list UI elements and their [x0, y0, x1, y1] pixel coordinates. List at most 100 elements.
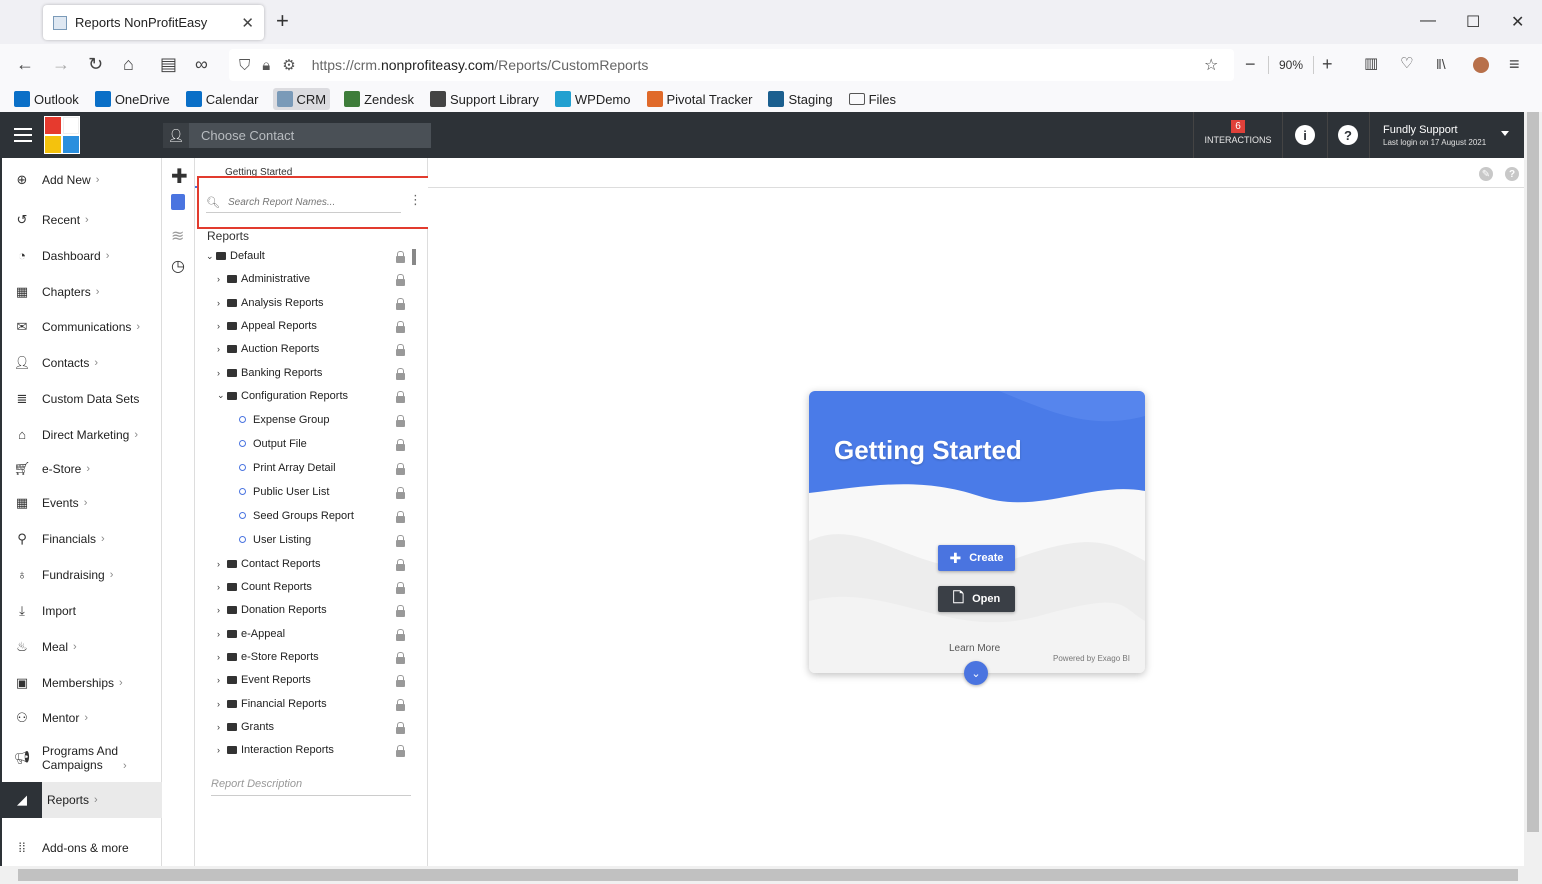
chevron-right-icon[interactable]: › — [217, 298, 227, 308]
sidebar-item-financials[interactable]: ⚲ Financials › — [2, 531, 162, 547]
interactions-button[interactable]: 6 INTERACTIONS — [1193, 112, 1283, 158]
zoom-level[interactable]: 90% — [1268, 56, 1315, 74]
minimize-icon[interactable]: — — [1420, 12, 1436, 30]
chevron-down-icon[interactable]: ⌄ — [217, 390, 227, 401]
sidebar-item-custom-data-sets[interactable]: ≣ Custom Data Sets — [2, 391, 162, 407]
reload-icon[interactable]: ↻ — [88, 54, 103, 74]
tree-folder[interactable]: › Count Reports — [217, 581, 312, 593]
open-button[interactable]: 🗋︎ Open — [938, 586, 1015, 612]
chevron-right-icon[interactable]: › — [217, 559, 227, 569]
chevron-right-icon[interactable]: › — [217, 274, 227, 284]
help-circle-icon[interactable]: ? — [1505, 167, 1519, 181]
shield-icon[interactable]: ⛉ — [239, 57, 250, 74]
help-icon[interactable]: ? — [1338, 125, 1358, 145]
tree-report[interactable]: User Listing — [239, 534, 311, 546]
reports-icon[interactable] — [171, 194, 185, 210]
user-menu[interactable]: Fundly Support Last login on 17 August 2… — [1383, 124, 1486, 147]
bookmark-pivotal-tracker[interactable]: Pivotal Tracker — [645, 88, 755, 110]
url-bar[interactable]: ⛉ 🔒︎ ⚙ https://crm.nonprofiteasy.com/Rep… — [229, 49, 1234, 81]
info-icon[interactable]: i — [1295, 125, 1315, 145]
sidebar-toggle-icon[interactable]: ▤ — [160, 54, 177, 74]
tree-folder[interactable]: › Donation Reports — [217, 604, 327, 616]
tree-report[interactable]: Public User List — [239, 486, 329, 498]
sidebar-item-mentor[interactable]: ⚇ Mentor › — [2, 710, 162, 726]
bookmark-star-icon[interactable]: ☆ — [1204, 55, 1218, 75]
sidebar-item-e-store[interactable]: 🛒︎ e-Store › — [2, 461, 162, 477]
chevron-right-icon[interactable]: › — [217, 344, 227, 354]
chevron-right-icon[interactable]: › — [217, 722, 227, 732]
tree-scrollbar[interactable] — [412, 249, 416, 265]
private-mask-icon[interactable]: ∞ — [195, 54, 208, 74]
learn-more-label[interactable]: Learn More — [949, 643, 1000, 654]
pocket-icon[interactable]: ♡ — [1400, 54, 1413, 74]
zoom-in-icon[interactable]: + — [1322, 54, 1333, 74]
account-avatar-icon[interactable] — [1473, 57, 1489, 73]
bookmark-wpdemo[interactable]: WPDemo — [553, 88, 633, 110]
chevron-right-icon[interactable]: › — [217, 321, 227, 331]
report-description[interactable]: Report Description — [211, 778, 411, 796]
sidebar-item-add-new[interactable]: ⊕ Add New › — [2, 172, 162, 188]
sidebar-item-events[interactable]: ▦ Events › — [2, 495, 162, 511]
bookmark-staging[interactable]: Staging — [766, 88, 834, 110]
tree-folder[interactable]: › e-Appeal — [217, 628, 285, 640]
chevron-right-icon[interactable]: › — [217, 582, 227, 592]
nonprofiteasy-logo[interactable] — [44, 116, 80, 154]
maximize-icon[interactable]: ☐ — [1466, 12, 1480, 32]
chevron-down-icon[interactable]: ⌄ — [206, 251, 216, 262]
chevron-right-icon[interactable]: › — [217, 699, 227, 709]
report-search-field[interactable]: 🔍︎ — [206, 193, 401, 213]
hamburger-menu-icon[interactable] — [14, 128, 32, 142]
reader-view-icon[interactable]: ▥ — [1364, 54, 1378, 74]
tree-folder[interactable]: › Banking Reports — [217, 367, 322, 379]
forward-icon[interactable]: → — [52, 54, 70, 74]
chevron-right-icon[interactable]: › — [217, 629, 227, 639]
tree-folder[interactable]: › Grants — [217, 721, 274, 733]
sidebar-item-add-ons-more[interactable]: ⁞⁞ Add-ons & more — [2, 840, 162, 855]
bookmark-zendesk[interactable]: Zendesk — [342, 88, 416, 110]
sidebar-item-reports[interactable]: ◢ Reports › — [2, 782, 162, 818]
sidebar-item-programs-and[interactable]: 📢︎ Programs And Campaigns › — [2, 744, 162, 772]
sidebar-item-chapters[interactable]: ▦ Chapters › — [2, 284, 162, 300]
tree-folder[interactable]: ⌄ Configuration Reports — [217, 390, 348, 402]
sidebar-item-direct-marketing[interactable]: ⌂ Direct Marketing › — [2, 427, 162, 442]
tree-folder[interactable]: ⌄ Default — [206, 250, 265, 262]
create-button[interactable]: ✚ Create — [938, 545, 1015, 571]
page-vertical-scrollbar[interactable] — [1524, 112, 1542, 866]
sidebar-item-communications[interactable]: ✉ Communications › — [2, 319, 162, 335]
bookmark-crm[interactable]: CRM — [272, 88, 331, 110]
bookmark-calendar[interactable]: Calendar — [184, 88, 261, 110]
sidebar-item-contacts[interactable]: 👤︎ Contacts › — [2, 355, 162, 371]
permissions-icon[interactable]: ⚙ — [282, 56, 295, 74]
tree-report[interactable]: Seed Groups Report — [239, 510, 354, 522]
tree-report[interactable]: Print Array Detail — [239, 462, 336, 474]
chevron-down-icon[interactable]: ⌄ — [964, 661, 988, 685]
library-icon[interactable]: ‖\ — [1436, 54, 1446, 74]
data-stack-icon[interactable]: ≋ — [171, 226, 184, 246]
sidebar-item-import[interactable]: ⤓ Import — [2, 603, 162, 619]
tree-folder[interactable]: › Administrative — [217, 273, 310, 285]
bookmark-files[interactable]: Files — [847, 88, 898, 110]
url-text[interactable]: https://crm.nonprofiteasy.com/Reports/Cu… — [312, 57, 649, 73]
chevron-right-icon[interactable]: › — [217, 605, 227, 615]
new-tab-button[interactable]: + — [276, 10, 289, 32]
chevron-right-icon[interactable]: › — [217, 745, 227, 755]
tree-report[interactable]: Expense Group — [239, 414, 329, 426]
back-icon[interactable]: ← — [16, 54, 34, 74]
clock-icon[interactable]: ◷ — [171, 256, 185, 276]
close-tab-icon[interactable]: ✕ — [241, 14, 254, 32]
tree-folder[interactable]: › e-Store Reports — [217, 651, 319, 663]
add-report-icon[interactable]: ✚ — [171, 164, 188, 189]
tree-folder[interactable]: › Analysis Reports — [217, 297, 324, 309]
page-horizontal-scrollbar[interactable] — [0, 866, 1542, 884]
sidebar-item-memberships[interactable]: ▣ Memberships › — [2, 675, 162, 691]
tree-folder[interactable]: › Event Reports — [217, 674, 311, 686]
caret-down-icon[interactable] — [1501, 131, 1509, 136]
tree-folder[interactable]: › Interaction Reports — [217, 744, 334, 756]
sidebar-item-recent[interactable]: ↺ Recent › — [2, 212, 162, 228]
sidebar-item-dashboard[interactable]: ◔ Dashboard › — [2, 248, 162, 263]
choose-contact-field[interactable]: 👤︎ Choose Contact — [163, 123, 431, 148]
bookmark-outlook[interactable]: Outlook — [12, 88, 81, 110]
browser-tab[interactable]: Reports NonProfitEasy ✕ — [43, 5, 264, 40]
sidebar-item-meal[interactable]: ♨ Meal › — [2, 639, 162, 655]
bookmark-onedrive[interactable]: OneDrive — [93, 88, 172, 110]
